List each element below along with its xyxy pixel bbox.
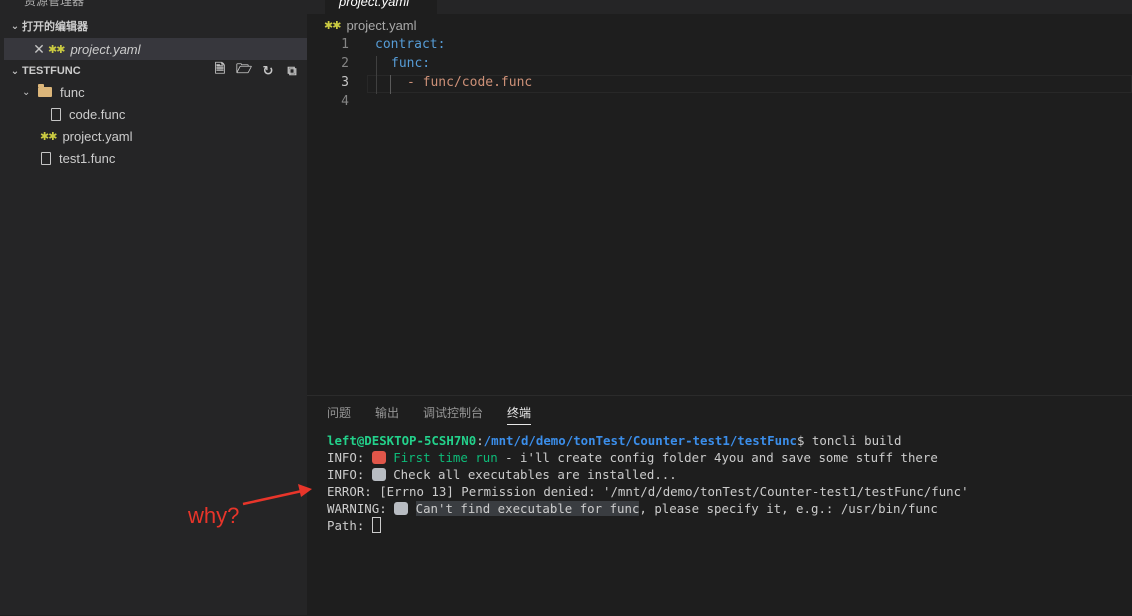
code-line-2[interactable]: 2 func: bbox=[307, 56, 1132, 75]
open-editors-title: 打开的编辑器 bbox=[22, 21, 88, 33]
editor-tab-bar: project.yaml bbox=[307, 0, 1132, 14]
code-text: func: bbox=[391, 56, 431, 71]
tab-problems[interactable]: 问题 bbox=[327, 404, 351, 425]
tab-terminal[interactable]: 终端 bbox=[507, 404, 532, 425]
new-file-icon[interactable]: 🗎 bbox=[211, 61, 229, 80]
yaml-file-icon: ✱✱ bbox=[48, 43, 65, 56]
info-text: - i'll create config folder 4you and sav… bbox=[497, 450, 938, 465]
prompt-path: /mnt/d/demo/tonTest/Counter-test1/testFu… bbox=[483, 433, 797, 448]
info-text: Check all executables are installed... bbox=[385, 467, 677, 482]
new-folder-icon[interactable]: 🗁 bbox=[235, 61, 253, 80]
code-text: - func/code.func bbox=[407, 75, 533, 90]
panel-tabs: 问题 输出 调试控制台 终端 bbox=[327, 404, 555, 425]
line-number: 2 bbox=[341, 56, 349, 71]
folder-header-testfunc[interactable]: ⌄ TESTFUNC 🗎 🗁 ↻ ⧉ bbox=[0, 60, 307, 82]
chevron-down-icon: ⌄ bbox=[10, 20, 20, 32]
folder-title: TESTFUNC bbox=[22, 65, 81, 77]
code-line-1[interactable]: 1 contract: bbox=[307, 37, 1132, 56]
prompt-user: left@DESKTOP-5CSH7N0 bbox=[327, 433, 477, 448]
file-icon bbox=[41, 151, 51, 165]
emoji-icon bbox=[371, 451, 386, 464]
first-time-run: First time run bbox=[393, 450, 498, 465]
explorer-title: 资源管理器 bbox=[24, 0, 85, 8]
tree-item-label: test1.func bbox=[59, 150, 116, 166]
open-editor-label: project.yaml bbox=[70, 41, 141, 57]
tree-item-label: project.yaml bbox=[62, 128, 133, 144]
selected-warning-text: Can't find executable for func bbox=[415, 501, 640, 516]
warning-prefix: WARNING: bbox=[327, 501, 395, 516]
breadcrumb-file[interactable]: project.yaml bbox=[346, 18, 416, 33]
red-arrow-annotation bbox=[242, 484, 312, 506]
code-line-3[interactable]: 3 - func/code.func bbox=[307, 75, 1132, 94]
error-line: ERROR: [Errno 13] Permission denied: '/m… bbox=[327, 484, 969, 499]
open-editors-header[interactable]: ⌄ 打开的编辑器 bbox=[0, 15, 307, 37]
chevron-down-icon: ⌄ bbox=[10, 65, 20, 77]
terminal-cursor bbox=[371, 517, 381, 533]
file-icon bbox=[51, 107, 61, 121]
code-line-4[interactable]: 4 bbox=[307, 94, 1132, 113]
robot-emoji-icon bbox=[371, 468, 386, 481]
explorer-toolbar: 🗎 🗁 ↻ ⧉ bbox=[211, 61, 301, 80]
annotation-text: why? bbox=[188, 503, 240, 528]
editor-tab-project-yaml[interactable]: project.yaml bbox=[325, 0, 437, 14]
chevron-down-icon: ⌄ bbox=[22, 86, 31, 98]
robot-emoji-icon bbox=[394, 502, 409, 515]
yaml-file-icon: ✱✱ bbox=[40, 130, 57, 143]
prompt-command: $ toncli build bbox=[796, 433, 902, 448]
tree-item-func-folder[interactable]: ⌄ func bbox=[22, 81, 85, 103]
refresh-icon[interactable]: ↻ bbox=[259, 62, 277, 80]
tab-debug-console[interactable]: 调试控制台 bbox=[423, 404, 483, 425]
bottom-panel: 问题 输出 调试控制台 终端 left@DESKTOP-5CSH7N0:/mnt… bbox=[307, 395, 1132, 616]
tree-item-label: func bbox=[60, 84, 85, 100]
line-number: 1 bbox=[341, 37, 349, 52]
info-prefix: INFO: bbox=[327, 450, 372, 465]
explorer-sidebar: 资源管理器 ⌄ 打开的编辑器 ✕ ✱✱ project.yaml ⌄ TESTF… bbox=[0, 0, 307, 615]
code-text: contract: bbox=[375, 37, 446, 52]
tree-item-code-func[interactable]: code.func bbox=[51, 103, 125, 125]
warning-text: , please specify it, e.g.: /usr/bin/func bbox=[639, 501, 938, 516]
prompt-sep: : bbox=[476, 433, 484, 448]
yaml-file-icon: ✱✱ bbox=[324, 20, 341, 32]
tree-item-test1-func[interactable]: test1.func bbox=[41, 147, 115, 169]
open-editor-item-project-yaml[interactable]: ✕ ✱✱ project.yaml bbox=[4, 38, 307, 60]
tab-output[interactable]: 输出 bbox=[375, 404, 399, 425]
line-number: 3 bbox=[341, 75, 349, 90]
collapse-all-icon[interactable]: ⧉ bbox=[283, 62, 301, 80]
close-icon[interactable]: ✕ bbox=[30, 41, 48, 58]
tree-item-project-yaml[interactable]: ✱✱ project.yaml bbox=[40, 125, 133, 147]
info-prefix: INFO: bbox=[327, 467, 372, 482]
terminal-output[interactable]: left@DESKTOP-5CSH7N0:/mnt/d/demo/tonTest… bbox=[327, 432, 969, 534]
line-number: 4 bbox=[341, 94, 349, 109]
breadcrumb: ✱✱ project.yaml bbox=[324, 18, 417, 33]
path-prompt: Path: bbox=[327, 518, 372, 533]
tree-item-label: code.func bbox=[69, 106, 126, 122]
folder-icon bbox=[38, 84, 52, 97]
